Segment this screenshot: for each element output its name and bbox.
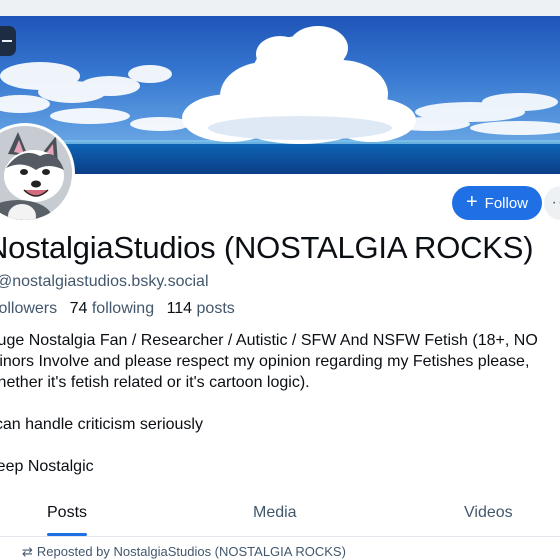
- repost-indicator[interactable]: ⇄ Reposted by NostalgiaStudios (NOSTALGIA…: [22, 544, 346, 560]
- bio-blank-line: [0, 435, 560, 456]
- posts-label: posts: [196, 300, 235, 317]
- more-options-button[interactable]: ···: [544, 186, 560, 220]
- following-link[interactable]: 74 following: [70, 300, 155, 317]
- bio-blank-line: [0, 393, 560, 414]
- menu-button[interactable]: [0, 26, 16, 56]
- followers-link[interactable]: followers: [0, 300, 57, 317]
- profile-stats: followers 74 following 114 posts: [0, 300, 235, 318]
- bio-line: I can handle criticism seriously: [0, 416, 203, 433]
- tab-videos[interactable]: Videos: [464, 492, 513, 536]
- profile-banner: [0, 16, 560, 174]
- bio-line: Huge Nostalgia Fan / Researcher / Autist…: [0, 332, 538, 349]
- repost-icon: ⇄: [22, 544, 33, 559]
- menu-icon: [2, 40, 12, 42]
- following-label: following: [91, 300, 155, 317]
- display-name: NostalgiaStudios (NOSTALGIA ROCKS): [0, 230, 534, 265]
- more-options-icon: ···: [551, 194, 560, 211]
- tab-posts-label: Posts: [47, 504, 88, 521]
- bio-line: whether it's fetish related or it's cart…: [0, 374, 310, 391]
- browser-top-strip: [0, 0, 560, 16]
- profile-handle: @nostalgiastudios.bsky.social: [0, 273, 209, 290]
- tab-media[interactable]: Media: [253, 492, 297, 536]
- follow-button[interactable]: + Follow: [452, 186, 542, 220]
- profile-bio: Huge Nostalgia Fan / Researcher / Autist…: [0, 330, 560, 477]
- plus-icon: +: [465, 191, 478, 213]
- banner-sky-clouds-image: [0, 26, 560, 174]
- following-count: 74: [69, 300, 88, 317]
- tab-videos-label: Videos: [464, 504, 513, 521]
- active-tab-indicator: [47, 533, 88, 536]
- followers-label: followers: [0, 300, 58, 317]
- bio-line: Minors Involve and please respect my opi…: [0, 353, 530, 370]
- bio-line: Keep Nostalgic: [0, 458, 94, 475]
- profile-tabs: Posts Media Videos: [0, 492, 560, 537]
- posts-count: 114: [166, 300, 193, 317]
- repost-label: Reposted by NostalgiaStudios (NOSTALGIA …: [36, 544, 346, 559]
- posts-count-wrap: 114 posts: [167, 300, 235, 317]
- tab-media-label: Media: [253, 504, 297, 521]
- follow-button-label: Follow: [484, 194, 529, 212]
- tab-posts[interactable]: Posts: [47, 492, 88, 536]
